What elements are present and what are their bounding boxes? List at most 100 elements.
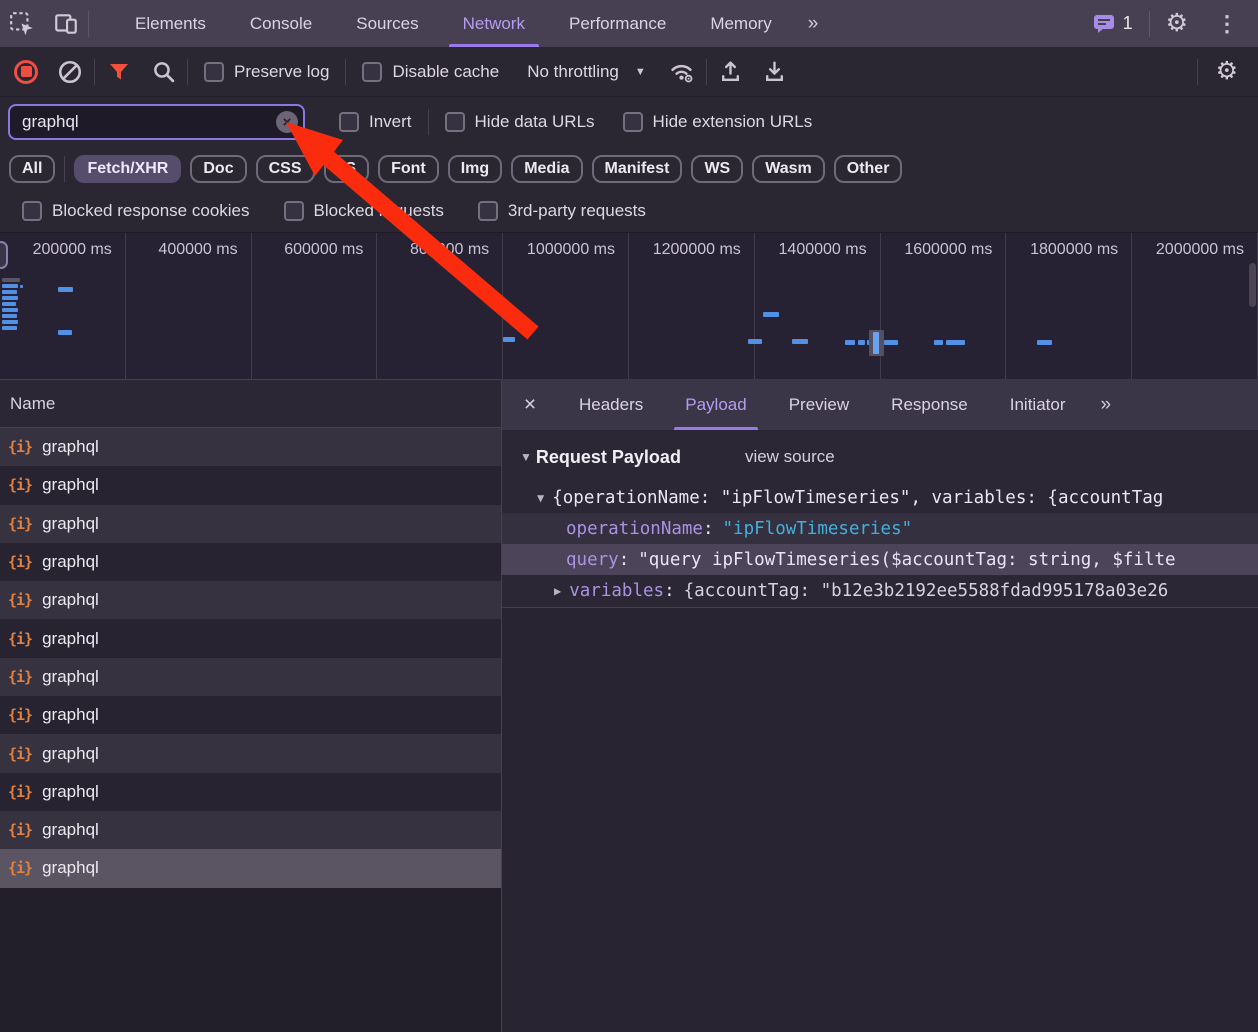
chip-ws[interactable]: WS	[691, 155, 743, 183]
request-row[interactable]: {i}graphql	[0, 619, 501, 657]
tab-preview[interactable]: Preview	[768, 379, 870, 430]
more-tabs-icon[interactable]: »	[794, 0, 831, 47]
divider	[64, 156, 65, 182]
tab-console[interactable]: Console	[228, 0, 334, 47]
search-icon	[151, 59, 176, 84]
request-row[interactable]: {i}graphql	[0, 696, 501, 734]
divider	[1149, 11, 1150, 37]
name-column-header[interactable]: Name	[0, 379, 501, 428]
tab-elements[interactable]: Elements	[113, 0, 228, 47]
blocked-response-cookies-checkbox[interactable]: Blocked response cookies	[10, 201, 262, 221]
request-row[interactable]: {i}graphql	[0, 466, 501, 504]
request-row[interactable]: {i}graphql	[0, 658, 501, 696]
network-conditions-button[interactable]	[662, 54, 702, 90]
third-party-requests-checkbox[interactable]: 3rd-party requests	[466, 201, 658, 221]
checkbox-icon	[284, 201, 304, 221]
request-row[interactable]: {i}graphql	[0, 773, 501, 811]
request-row[interactable]: {i}graphql	[0, 543, 501, 581]
payload-section-title: Request Payload	[536, 447, 681, 468]
request-row[interactable]: {i}graphql	[0, 734, 501, 772]
divider	[706, 59, 707, 85]
timeline-canvas	[0, 233, 1258, 379]
payload-pane: ▼ Request Payload view source ▼ {operati…	[502, 430, 1258, 1032]
network-overview-timeline[interactable]: 200000 ms 400000 ms 600000 ms 800000 ms …	[0, 232, 1258, 379]
timeline-request-bar	[946, 340, 965, 345]
kebab-menu-icon[interactable]: ⋮	[1204, 11, 1250, 37]
tab-performance[interactable]: Performance	[547, 0, 688, 47]
chip-js[interactable]: JS	[324, 155, 370, 183]
json-icon: {i}	[8, 821, 32, 839]
payload-root-row[interactable]: ▼ {operationName: "ipFlowTimeseries", va…	[502, 482, 1258, 513]
chip-wasm[interactable]: Wasm	[752, 155, 825, 183]
view-source-link[interactable]: view source	[745, 447, 835, 467]
blocked-requests-checkbox[interactable]: Blocked requests	[272, 201, 456, 221]
hide-extension-urls-checkbox[interactable]: Hide extension URLs	[611, 112, 825, 132]
timeline-request-bar	[1037, 340, 1052, 345]
chip-font[interactable]: Font	[378, 155, 439, 183]
tab-network[interactable]: Network	[441, 0, 547, 47]
chip-fetch-xhr[interactable]: Fetch/XHR	[74, 155, 181, 183]
payload-row-operationname[interactable]: operationName:"ipFlowTimeseries"	[502, 513, 1258, 544]
chip-media[interactable]: Media	[511, 155, 582, 183]
timeline-request-bar	[2, 296, 18, 300]
timeline-scrollbar-thumb[interactable]	[1249, 263, 1256, 307]
payload-value: "ipFlowTimeseries"	[723, 519, 913, 539]
json-icon: {i}	[8, 630, 32, 648]
tab-initiator[interactable]: Initiator	[989, 379, 1087, 430]
payload-row-query[interactable]: query:"query ipFlowTimeseries($accountTa…	[502, 544, 1258, 575]
clear-filter-icon[interactable]: ×	[276, 111, 298, 133]
throttling-select[interactable]: No throttling ▼	[515, 62, 658, 82]
chip-other[interactable]: Other	[834, 155, 903, 183]
request-row[interactable]: {i}graphql	[0, 428, 501, 466]
extra-filters-row: Blocked response cookies Blocked request…	[0, 190, 1258, 232]
chip-manifest[interactable]: Manifest	[592, 155, 683, 183]
request-row-selected[interactable]: {i}graphql	[0, 849, 501, 887]
invert-checkbox[interactable]: Invert	[327, 112, 424, 132]
json-icon: {i}	[8, 476, 32, 494]
request-row[interactable]: {i}graphql	[0, 811, 501, 849]
request-row[interactable]: {i}graphql	[0, 581, 501, 619]
tab-headers[interactable]: Headers	[558, 379, 664, 430]
tree-closed-icon[interactable]: ▶	[554, 584, 561, 598]
divider	[88, 11, 89, 37]
chat-bubble-icon	[1092, 12, 1116, 36]
more-detail-tabs-icon[interactable]: »	[1086, 379, 1123, 430]
disable-cache-checkbox[interactable]: Disable cache	[350, 62, 511, 82]
filter-input[interactable]	[8, 104, 305, 140]
tab-sources[interactable]: Sources	[334, 0, 440, 47]
tab-payload[interactable]: Payload	[664, 379, 767, 430]
requests-panel: Name {i}graphql {i}graphql {i}graphql {i…	[0, 379, 502, 1032]
tree-open-icon[interactable]: ▼	[537, 491, 544, 505]
payload-key: variables	[569, 581, 664, 601]
search-network-button[interactable]	[143, 54, 183, 90]
device-toolbar-icon[interactable]	[44, 0, 88, 47]
chip-all[interactable]: All	[9, 155, 55, 183]
preserve-log-checkbox[interactable]: Preserve log	[192, 62, 341, 82]
collapse-triangle-icon[interactable]: ▼	[520, 450, 532, 464]
payload-row-variables[interactable]: ▶ variables:{accountTag: "b12e3b2192ee55…	[502, 575, 1258, 606]
inspect-element-icon[interactable]	[0, 0, 44, 47]
tab-memory[interactable]: Memory	[688, 0, 793, 47]
settings-gear-icon[interactable]: ⚙	[1156, 11, 1198, 36]
filter-toggle-button[interactable]	[99, 54, 139, 90]
invert-label: Invert	[369, 112, 412, 132]
export-har-button[interactable]	[755, 54, 795, 90]
chip-css[interactable]: CSS	[256, 155, 315, 183]
record-icon	[14, 60, 38, 84]
upload-icon	[718, 59, 743, 84]
clear-network-log-button[interactable]	[50, 54, 90, 90]
throttling-value: No throttling	[527, 62, 619, 82]
import-har-button[interactable]	[711, 54, 751, 90]
close-detail-icon[interactable]: ×	[502, 379, 558, 430]
timeline-request-bar	[503, 337, 515, 342]
chip-img[interactable]: Img	[448, 155, 502, 183]
payload-root-preview: {operationName: "ipFlowTimeseries", vari…	[552, 488, 1163, 508]
tab-response[interactable]: Response	[870, 379, 989, 430]
request-name: graphql	[42, 667, 99, 687]
console-messages-button[interactable]: 1	[1082, 12, 1143, 36]
request-row[interactable]: {i}graphql	[0, 505, 501, 543]
network-settings-gear-icon[interactable]: ⚙	[1202, 59, 1252, 84]
chip-doc[interactable]: Doc	[190, 155, 246, 183]
record-network-log-button[interactable]	[6, 54, 46, 90]
hide-data-urls-checkbox[interactable]: Hide data URLs	[433, 112, 607, 132]
